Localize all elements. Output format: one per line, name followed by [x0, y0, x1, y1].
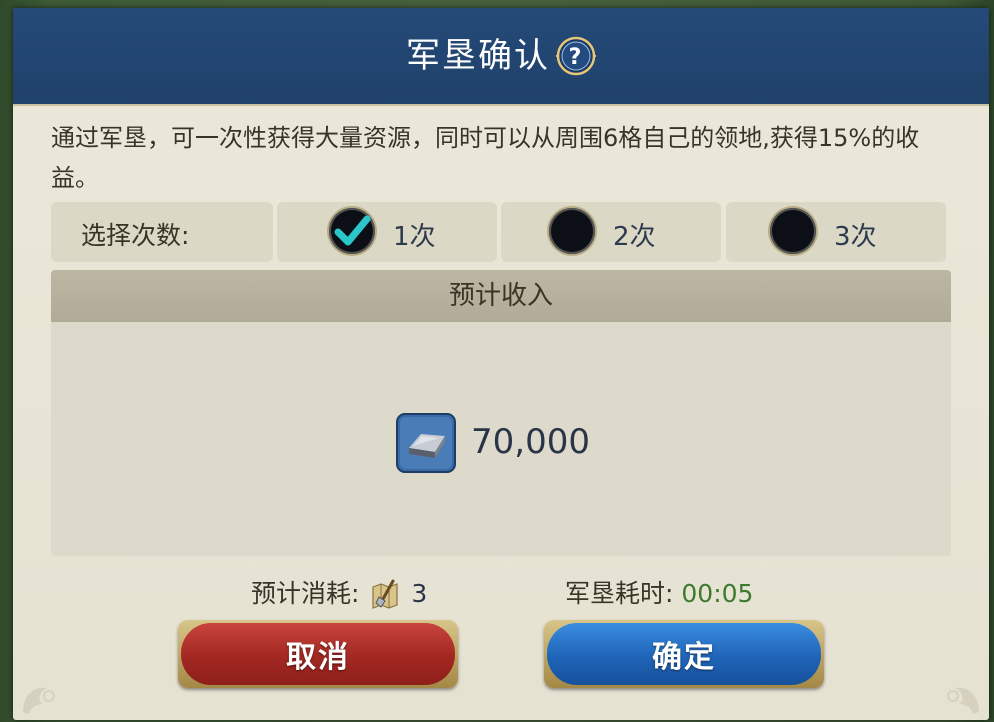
count-option-label: 3次 [834, 222, 877, 252]
dialog-title: 军垦确认 [406, 36, 550, 76]
radio-unchecked-icon[interactable] [770, 208, 816, 254]
cancel-button[interactable]: 取消 [178, 620, 458, 688]
reclaim-duration-label: 军垦耗时: [565, 579, 674, 608]
confirm-button-label: 确定 [547, 623, 821, 685]
count-selector: 选择次数: 1次 2次 3次 [51, 202, 948, 262]
dialog-title-row: 军垦确认 ? [13, 36, 989, 76]
count-option-2[interactable]: 2次 [501, 202, 721, 262]
dialog-title-bar: 军垦确认 ? [13, 8, 989, 106]
corner-ornament-icon [947, 687, 979, 714]
svg-text:?: ? [569, 45, 584, 70]
dialog-description: 通过军垦，可一次性获得大量资源，同时可以从周围6格自己的领地,获得15%的收益。 [51, 124, 920, 192]
radio-unchecked-icon[interactable] [549, 208, 595, 254]
reclaim-duration-value: 00:05 [681, 579, 754, 608]
count-option-3[interactable]: 3次 [726, 202, 946, 262]
expected-cost: 预计消耗: 3 [251, 574, 427, 611]
expected-income-panel: 预计收入 70,000 [51, 270, 951, 556]
expected-cost-label: 预计消耗: [251, 579, 360, 608]
count-option-label: 2次 [613, 222, 656, 252]
reclaim-duration: 军垦耗时: 00:05 [565, 574, 753, 610]
checkmark-icon [334, 215, 371, 246]
expected-income-header: 预计收入 [51, 270, 951, 322]
income-amount: 70,000 [471, 422, 590, 462]
corner-ornament-icon [23, 687, 55, 714]
military-reclaim-dialog: 军垦确认 ? 通过军垦，可一次性获得大量资源，同时可以从周围6格自己的领地,获得… [13, 8, 989, 720]
shovel-map-icon [372, 579, 398, 609]
confirm-button[interactable]: 确定 [544, 620, 824, 688]
cancel-button-label: 取消 [181, 623, 455, 685]
count-option-label: 1次 [393, 222, 436, 252]
iron-ingot-icon [396, 413, 456, 473]
help-icon[interactable]: ? [556, 36, 596, 76]
count-selector-label: 选择次数: [81, 221, 190, 250]
count-selector-label-cell: 选择次数: [51, 202, 273, 262]
expected-cost-amount: 3 [411, 579, 428, 608]
radio-checked-icon[interactable] [329, 208, 375, 254]
count-option-1[interactable]: 1次 [277, 202, 497, 262]
